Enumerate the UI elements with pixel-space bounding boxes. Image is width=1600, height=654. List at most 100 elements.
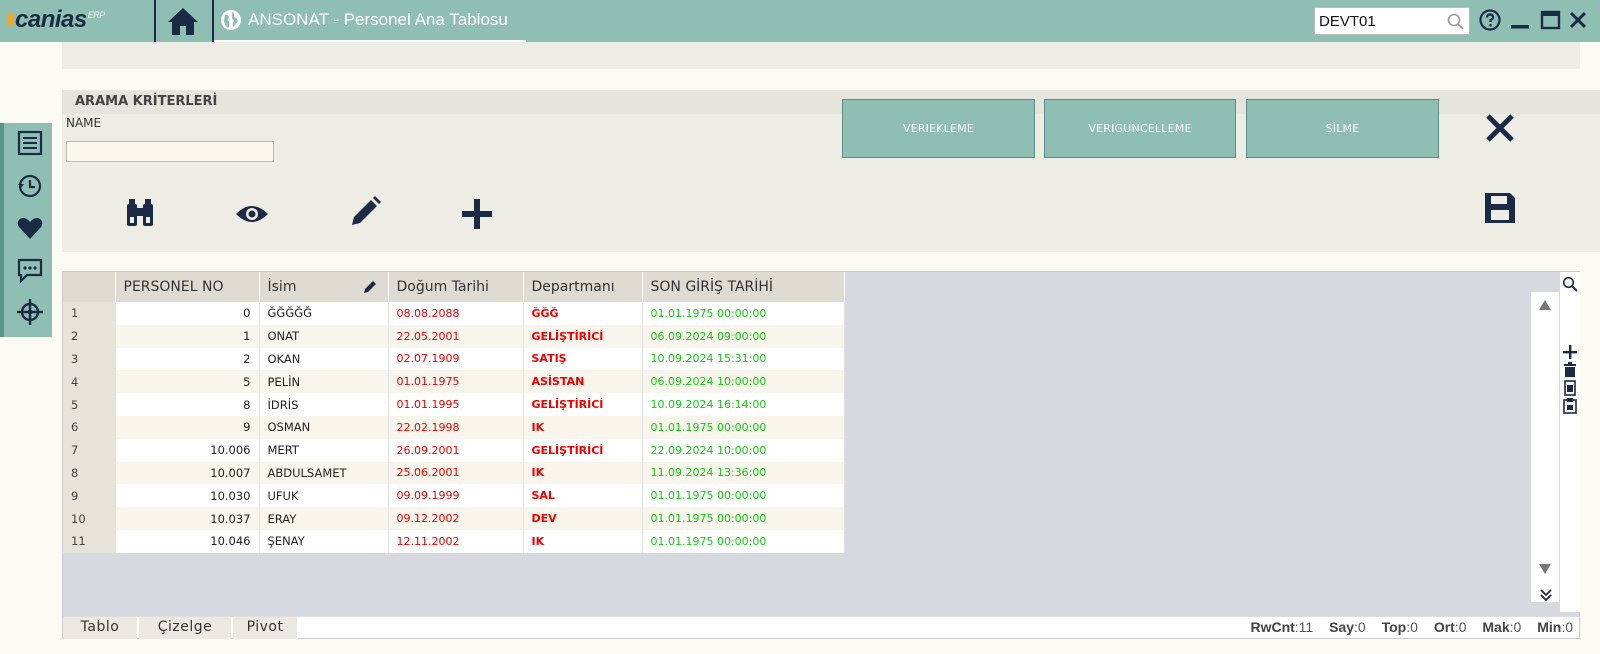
cell-personel-no[interactable]: 5 bbox=[115, 370, 260, 394]
cell-personel-no[interactable]: 0 bbox=[115, 302, 260, 325]
cell-isim[interactable]: ONAT bbox=[259, 324, 389, 348]
cell-son-giris-tarihi[interactable]: 01.01.1975 00:00:00 bbox=[642, 484, 845, 508]
cell-isim[interactable]: ERAY bbox=[259, 507, 389, 530]
table-row[interactable]: 9 10.030 UFUK 09.09.1999 SAL 01.01.1975 00:00… bbox=[63, 484, 845, 508]
cell-index[interactable]: 2 bbox=[63, 324, 116, 348]
table-row[interactable]: 1 0 ĞĞĞĞĞ 08.08.2088 ĞĞĞ 01.01.1975 00:00:00 bbox=[63, 302, 845, 325]
cell-index[interactable]: 5 bbox=[63, 393, 116, 416]
help-icon[interactable] bbox=[1478, 8, 1502, 32]
add-row-icon[interactable] bbox=[1562, 344, 1578, 360]
table-row[interactable]: 6 9 OSMAN 22.02.1998 IK 01.01.1975 00:00:00 bbox=[63, 415, 845, 439]
cell-son-giris-tarihi[interactable]: 01.01.1975 00:00:00 bbox=[642, 507, 845, 530]
cell-departmani[interactable]: ĞĞĞ bbox=[523, 302, 643, 325]
close-icon[interactable] bbox=[1482, 110, 1518, 146]
cell-personel-no[interactable]: 10.007 bbox=[115, 461, 260, 485]
scroll-end-icon[interactable] bbox=[1539, 588, 1553, 602]
cell-dogum-tarihi[interactable]: 08.08.2088 bbox=[388, 302, 524, 325]
edit-icon[interactable] bbox=[347, 194, 383, 230]
cell-son-giris-tarihi[interactable]: 10.09.2024 15:31:00 bbox=[642, 347, 845, 371]
cell-personel-no[interactable]: 9 bbox=[115, 415, 260, 439]
vertical-scrollbar[interactable] bbox=[1531, 292, 1559, 602]
cell-personel-no[interactable]: 10.006 bbox=[115, 438, 260, 462]
add-icon[interactable] bbox=[459, 196, 495, 232]
cell-son-giris-tarihi[interactable]: 11.09.2024 13:36:00 bbox=[642, 461, 845, 485]
heart-icon[interactable] bbox=[16, 214, 44, 242]
cell-dogum-tarihi[interactable]: 22.05.2001 bbox=[388, 324, 524, 348]
cell-index[interactable]: 6 bbox=[63, 415, 116, 439]
cell-dogum-tarihi[interactable]: 25.06.2001 bbox=[388, 461, 524, 485]
col-header-son-giris-tarihi[interactable]: SON GİRİŞ TARİHİ bbox=[642, 272, 845, 302]
paste-row-icon[interactable] bbox=[1563, 398, 1577, 414]
minimize-icon[interactable] bbox=[1508, 8, 1532, 32]
col-header-dogum-tarihi[interactable]: Doğum Tarihi bbox=[388, 272, 524, 302]
cell-departmani[interactable]: IK bbox=[523, 415, 643, 439]
delete-button[interactable]: SİLME bbox=[1246, 99, 1439, 158]
cell-departmani[interactable]: GELİŞTİRİCİ bbox=[523, 438, 643, 462]
cell-son-giris-tarihi[interactable]: 22.09.2024 10:00:00 bbox=[642, 438, 845, 462]
cell-index[interactable]: 1 bbox=[63, 302, 116, 325]
pencil-icon[interactable] bbox=[362, 279, 378, 295]
cell-index[interactable]: 4 bbox=[63, 370, 116, 394]
table-row[interactable]: 3 2 OKAN 02.07.1909 SATIŞ 10.09.2024 15:31:00 bbox=[63, 347, 845, 371]
cell-son-giris-tarihi[interactable]: 01.01.1975 00:00:00 bbox=[642, 529, 845, 553]
cell-son-giris-tarihi[interactable]: 06.09.2024 10:00:00 bbox=[642, 370, 845, 394]
table-row[interactable]: 2 1 ONAT 22.05.2001 GELİŞTİRİCİ 06.09.2024 09… bbox=[63, 324, 845, 348]
save-icon[interactable] bbox=[1482, 190, 1518, 226]
cell-departmani[interactable]: GELİŞTİRİCİ bbox=[523, 324, 643, 348]
cell-dogum-tarihi[interactable]: 22.02.1998 bbox=[388, 415, 524, 439]
cell-personel-no[interactable]: 2 bbox=[115, 347, 260, 371]
cell-son-giris-tarihi[interactable]: 10.09.2024 16:14:00 bbox=[642, 393, 845, 416]
binoculars-icon[interactable] bbox=[122, 195, 158, 231]
home-icon[interactable] bbox=[166, 5, 200, 37]
cell-index[interactable]: 9 bbox=[63, 484, 116, 508]
update-data-button[interactable]: VERIGUNCELLEME bbox=[1044, 99, 1236, 158]
cell-departmani[interactable]: ASİSTAN bbox=[523, 370, 643, 394]
server-input[interactable] bbox=[1315, 12, 1439, 30]
search-icon[interactable] bbox=[1447, 13, 1465, 31]
cell-index[interactable]: 10 bbox=[63, 507, 116, 530]
cell-departmani[interactable]: GELİŞTİRİCİ bbox=[523, 393, 643, 416]
cell-personel-no[interactable]: 10.037 bbox=[115, 507, 260, 530]
cell-departmani[interactable]: SAL bbox=[523, 484, 643, 508]
cell-dogum-tarihi[interactable]: 26.09.2001 bbox=[388, 438, 524, 462]
tab-tablo[interactable]: Tablo bbox=[63, 617, 137, 639]
cell-isim[interactable]: ŞENAY bbox=[259, 529, 389, 553]
eye-icon[interactable] bbox=[234, 196, 270, 232]
crosshair-icon[interactable] bbox=[16, 298, 44, 326]
cell-dogum-tarihi[interactable]: 01.01.1975 bbox=[388, 370, 524, 394]
table-row[interactable]: 4 5 PELİN 01.01.1975 ASİSTAN 06.09.2024 10:00… bbox=[63, 370, 845, 394]
cell-isim[interactable]: OKAN bbox=[259, 347, 389, 371]
table-row[interactable]: 11 10.046 ŞENAY 12.11.2002 IK 01.01.1975 00:0… bbox=[63, 529, 845, 553]
cell-personel-no[interactable]: 10.046 bbox=[115, 529, 260, 553]
list-icon[interactable] bbox=[16, 129, 44, 157]
delete-row-icon[interactable] bbox=[1563, 362, 1577, 378]
cell-isim[interactable]: OSMAN bbox=[259, 415, 389, 439]
cell-isim[interactable]: MERT bbox=[259, 438, 389, 462]
col-header-isim[interactable]: İsim bbox=[259, 272, 389, 302]
cell-isim[interactable]: UFUK bbox=[259, 484, 389, 508]
col-header-departmani[interactable]: Departmanı bbox=[523, 272, 643, 302]
cell-isim[interactable]: ĞĞĞĞĞ bbox=[259, 302, 389, 325]
copy-row-icon[interactable] bbox=[1563, 380, 1577, 396]
scroll-up-icon[interactable] bbox=[1538, 298, 1552, 312]
cell-index[interactable]: 3 bbox=[63, 347, 116, 371]
maximize-icon[interactable] bbox=[1538, 8, 1562, 32]
server-search[interactable] bbox=[1314, 7, 1470, 35]
cell-son-giris-tarihi[interactable]: 01.01.1975 00:00:00 bbox=[642, 415, 845, 439]
grid-search-icon[interactable] bbox=[1562, 276, 1578, 292]
tab-pivot[interactable]: Pivot bbox=[233, 617, 297, 639]
cell-dogum-tarihi[interactable]: 12.11.2002 bbox=[388, 529, 524, 553]
table-row[interactable]: 5 8 İDRİS 01.01.1995 GELİŞTİRİCİ 10.09.2024 1… bbox=[63, 393, 845, 416]
cell-isim[interactable]: PELİN bbox=[259, 370, 389, 394]
cell-departmani[interactable]: DEV bbox=[523, 507, 643, 530]
cell-personel-no[interactable]: 8 bbox=[115, 393, 260, 416]
col-header-personel-no[interactable]: PERSONEL NO bbox=[115, 272, 260, 302]
cell-dogum-tarihi[interactable]: 09.09.1999 bbox=[388, 484, 524, 508]
tab-cizelge[interactable]: Çizelge bbox=[139, 617, 231, 639]
chat-icon[interactable] bbox=[16, 256, 44, 284]
cell-departmani[interactable]: IK bbox=[523, 529, 643, 553]
name-input[interactable] bbox=[66, 141, 274, 162]
table-row[interactable]: 7 10.006 MERT 26.09.2001 GELİŞTİRİCİ 22.09.20… bbox=[63, 438, 845, 462]
app-logo[interactable]: caniasERP bbox=[8, 6, 105, 34]
col-header-index[interactable] bbox=[63, 272, 116, 302]
